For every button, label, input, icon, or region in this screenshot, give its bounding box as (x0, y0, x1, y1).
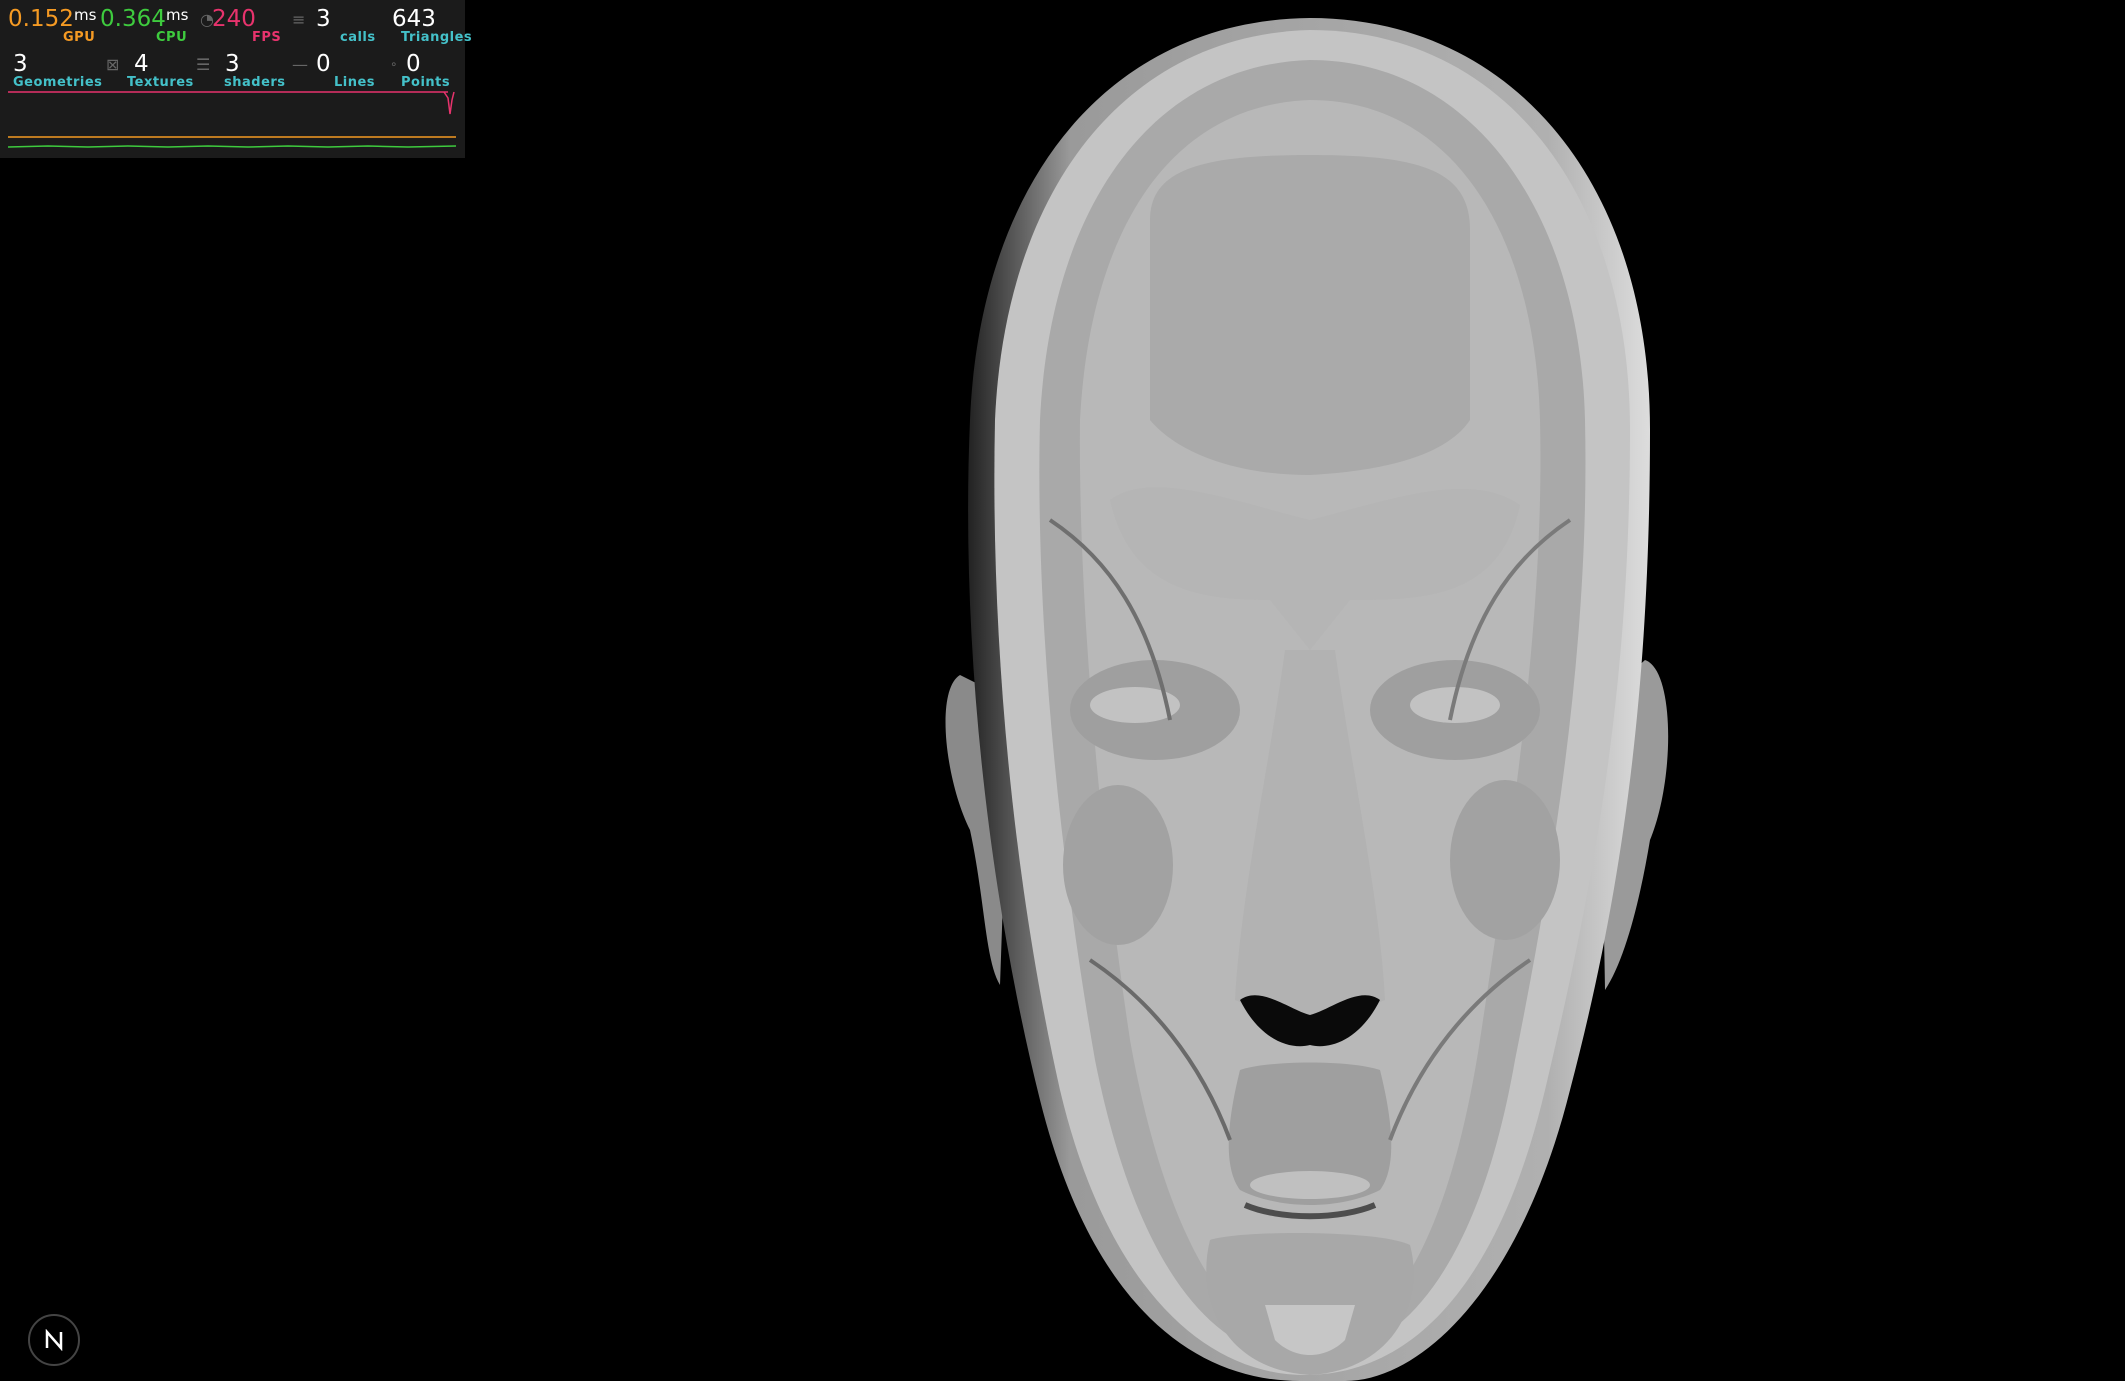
stat-points: ∘ 0 Points (388, 51, 463, 91)
stat-fps: ◔ 240 FPS (200, 6, 282, 46)
lines-value: 0 (316, 51, 331, 77)
shaders-value: 3 (225, 51, 240, 77)
geometries-value: 3 (13, 51, 28, 77)
stat-calls: ≡ 3 calls (292, 6, 375, 46)
stat-gpu: 0.152 ms GPU (8, 6, 98, 46)
texture-icon: ⊠ (106, 55, 120, 74)
next-dev-button[interactable] (28, 1314, 80, 1366)
cpu-unit: ms (166, 6, 189, 24)
stat-cpu: 0.364 ms CPU (100, 6, 190, 46)
triangles-label: Triangles (401, 30, 473, 45)
head-model (945, 18, 1669, 1381)
fps-label: FPS (252, 30, 282, 45)
triangles-value: 643 (392, 6, 436, 32)
fps-graph (8, 91, 455, 115)
stat-lines: — 0 Lines (290, 51, 375, 91)
cpu-label: CPU (156, 30, 188, 45)
gpu-cpu-graph (8, 136, 456, 148)
stat-geometries: 3 Geometries (13, 51, 103, 91)
stat-textures: ⊠ 4 Textures (106, 51, 196, 91)
viewport-canvas[interactable] (0, 0, 2125, 1381)
stat-shaders: ☰ 3 shaders (196, 51, 286, 91)
perf-stats-panel[interactable]: 0.152 ms GPU 0.364 ms CPU ◔ 240 FPS ≡ 3 … (0, 0, 472, 158)
stat-triangles: 643 Triangles (390, 6, 472, 46)
cpu-value: 0.364 (100, 6, 166, 32)
gpu-value: 0.152 (8, 6, 74, 32)
gpu-label: GPU (63, 30, 96, 45)
line-icon: — (292, 55, 308, 74)
fps-value: 240 (212, 6, 256, 32)
calls-value: 3 (316, 6, 331, 32)
gpu-unit: ms (74, 6, 97, 24)
point-icon: ∘ (390, 57, 398, 71)
calls-label: calls (340, 30, 376, 45)
next-logo-icon (45, 1329, 63, 1351)
shader-icon: ☰ (196, 55, 211, 74)
textures-value: 4 (134, 51, 149, 77)
list-icon: ≡ (292, 10, 306, 29)
points-value: 0 (406, 51, 421, 77)
